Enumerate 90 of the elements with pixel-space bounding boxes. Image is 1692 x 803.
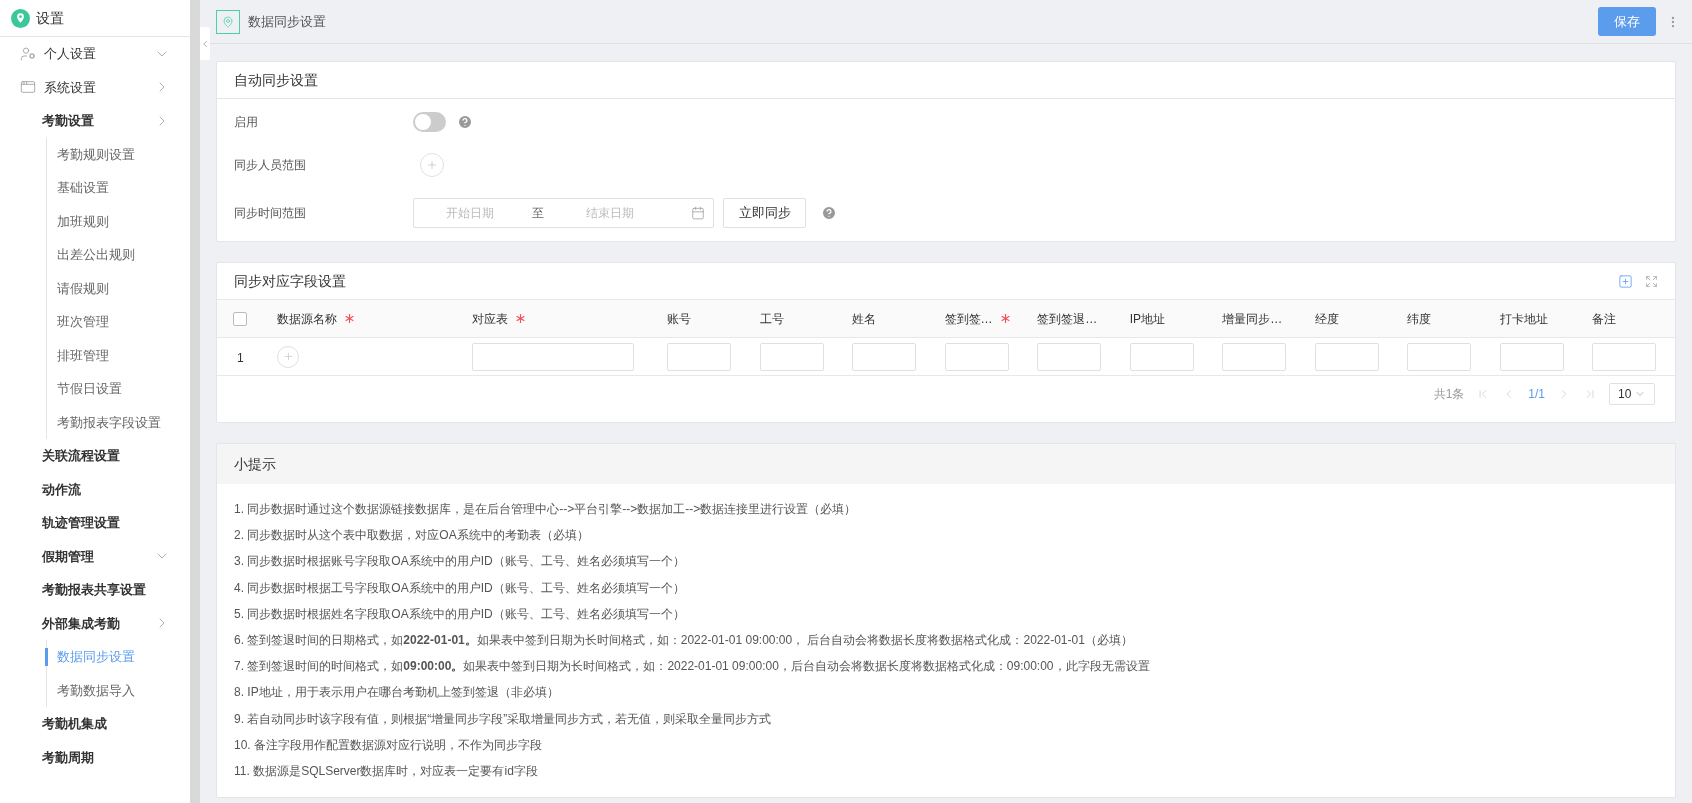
sidebar-item[interactable]: 节假日设置: [57, 379, 122, 399]
table-input-field[interactable]: [852, 342, 917, 371]
date-range-field[interactable]: 开始日期 至 结束日期: [413, 198, 714, 228]
column-header: 签到签退…: [1037, 310, 1098, 328]
tip-text: 5. 同步数据时根据姓名字段取OA系统中的用户ID（账号、工号、姓名必须填写一个）: [234, 605, 685, 623]
tip-text: 6. 签到签退时间的日期格式，如2022-01-01。如果表中签到日期为长时间格式，如：2022-01-01 09:00:00， 后台自动会将数据长度将数据格式化成：2022-01-01（必填）: [234, 632, 1133, 650]
user-gear-icon: [20, 45, 36, 62]
table-input-field[interactable]: [1499, 342, 1564, 371]
tip-text: 7. 签到签退时间的时间格式，如09:00:00。如果表中签到日期为长时间格式，如：2022-01-01 09:00:00，后台自动会将数据长度将数据格式化成：09:00:00，此字段无需设置: [234, 658, 1150, 676]
select-all-checkbox[interactable]: [233, 311, 247, 326]
tip-text: 4. 同步数据时根据工号字段取OA系统中的用户ID（账号、工号、姓名必须填写一个）: [234, 579, 685, 597]
sidebar-item[interactable]: 考勤规则设置: [57, 144, 135, 164]
sidebar-item[interactable]: 考勤报表字段设置: [57, 412, 161, 432]
chevron-left-icon: [200, 38, 210, 49]
plus-icon: [426, 159, 438, 171]
sidebar-item[interactable]: 班次管理: [57, 312, 109, 332]
tip-text: 8. IP地址，用于表示用户在哪台考勤机上签到签退（非必填）: [234, 684, 559, 702]
sidebar-item[interactable]: 考勤设置: [42, 111, 94, 131]
sidebar-item[interactable]: 个人设置: [44, 44, 96, 64]
total-count: 共1条: [1433, 386, 1465, 403]
card-title: 小提示: [234, 454, 276, 474]
table-input-field[interactable]: [1129, 342, 1194, 371]
sidebar-item[interactable]: 出差公出规则: [57, 245, 135, 265]
table-input-field[interactable]: [1592, 342, 1657, 371]
tip-text: 2. 同步数据时从这个表中取数据，对应OA系统中的考勤表（必填）: [234, 527, 589, 545]
sidebar-item[interactable]: 考勤周期: [42, 747, 94, 767]
sidebar-item[interactable]: 考勤数据导入: [57, 680, 135, 700]
column-header: 打卡地址: [1499, 310, 1548, 328]
column-header: 账号: [667, 310, 691, 328]
last-page-icon[interactable]: [1583, 387, 1597, 401]
calendar-icon[interactable]: [691, 206, 705, 220]
table-input-field[interactable]: [472, 342, 634, 371]
sidebar-item[interactable]: 轨迹管理设置: [42, 513, 120, 533]
sidebar-item[interactable]: 动作流: [42, 479, 81, 499]
tip-text: 3. 同步数据时根据账号字段取OA系统中的用户ID（账号、工号、姓名必须填写一个）: [234, 553, 685, 571]
page-title: 数据同步设置: [248, 12, 326, 31]
collapse-sidebar-button[interactable]: [200, 27, 210, 60]
sidebar-item[interactable]: 基础设置: [57, 178, 109, 198]
sidebar-item[interactable]: 外部集成考勤: [42, 613, 120, 633]
start-date-input[interactable]: 开始日期: [414, 204, 526, 222]
sidebar-item[interactable]: 关联流程设置: [42, 446, 120, 466]
table-input-field[interactable]: [759, 342, 824, 371]
end-date-input[interactable]: 结束日期: [550, 204, 670, 222]
sidebar-item[interactable]: 考勤报表共享设置: [42, 580, 146, 600]
sidebar-item[interactable]: 假期管理: [42, 546, 94, 566]
range-separator: 至: [532, 205, 544, 222]
sidebar-item[interactable]: 请假规则: [57, 278, 109, 298]
enable-toggle[interactable]: [413, 112, 446, 132]
column-header: 数据源名称: [277, 310, 337, 328]
table-input-field[interactable]: [667, 342, 731, 371]
plus-icon: [282, 351, 294, 362]
table-input-field[interactable]: [1037, 342, 1102, 371]
column-header: 姓名: [852, 310, 877, 328]
sidebar-item[interactable]: 加班规则: [57, 211, 109, 231]
page-size-select[interactable]: 10: [1609, 383, 1655, 405]
sidebar-title: 设置: [36, 8, 64, 28]
table-input-field[interactable]: [944, 342, 1009, 371]
table-input-field[interactable]: [1222, 342, 1287, 371]
row-number: 1: [237, 350, 244, 365]
column-header: 经度: [1314, 310, 1339, 328]
card-title: 自动同步设置: [234, 70, 318, 90]
card-title: 同步对应字段设置: [234, 271, 346, 291]
field-label: 同步人员范围: [234, 157, 307, 174]
tip-text: 10. 备注字段用作配置数据源对应行说明，不作为同步字段: [234, 736, 542, 754]
window-icon: [20, 79, 36, 96]
location-pin-icon: [11, 8, 30, 28]
column-header: 工号: [759, 310, 784, 328]
field-label: 同步时间范围: [234, 205, 307, 222]
column-header: 纬度: [1407, 310, 1432, 328]
page-icon: [216, 9, 240, 34]
column-header: 签到签…: [944, 310, 993, 328]
sidebar-item[interactable]: 考勤机集成: [42, 714, 107, 734]
add-row-icon[interactable]: [1618, 273, 1633, 289]
sidebar-item[interactable]: 系统设置: [44, 77, 96, 97]
sync-now-button[interactable]: 立即同步: [723, 198, 806, 228]
fullscreen-icon[interactable]: [1645, 274, 1658, 288]
help-icon[interactable]: [821, 205, 837, 221]
help-icon[interactable]: [457, 114, 473, 130]
page-indicator: 1/1: [1528, 386, 1545, 403]
table-input-field[interactable]: [1314, 342, 1379, 371]
sidebar-item[interactable]: 排班管理: [57, 345, 109, 365]
field-label: 启用: [234, 114, 259, 131]
tip-text: 9. 若自动同步时该字段有值，则根据“增量同步字段”采取增量同步方式，若无值，则采取全量同步方式: [234, 710, 772, 728]
table-input-field[interactable]: [1407, 342, 1472, 371]
tip-text: 11. 数据源是SQLServer数据库时，对应表一定要有id字段: [234, 762, 538, 780]
column-header: IP地址: [1129, 310, 1165, 328]
column-header: 对应表: [472, 310, 508, 328]
tip-text: 1. 同步数据时通过这个数据源链接数据库，是在后台管理中心-->平台引擎-->数据加工-->数据连接里进行设置（必填）: [234, 501, 857, 519]
column-header: 增量同步…: [1222, 310, 1283, 328]
column-header: 备注: [1592, 310, 1617, 328]
